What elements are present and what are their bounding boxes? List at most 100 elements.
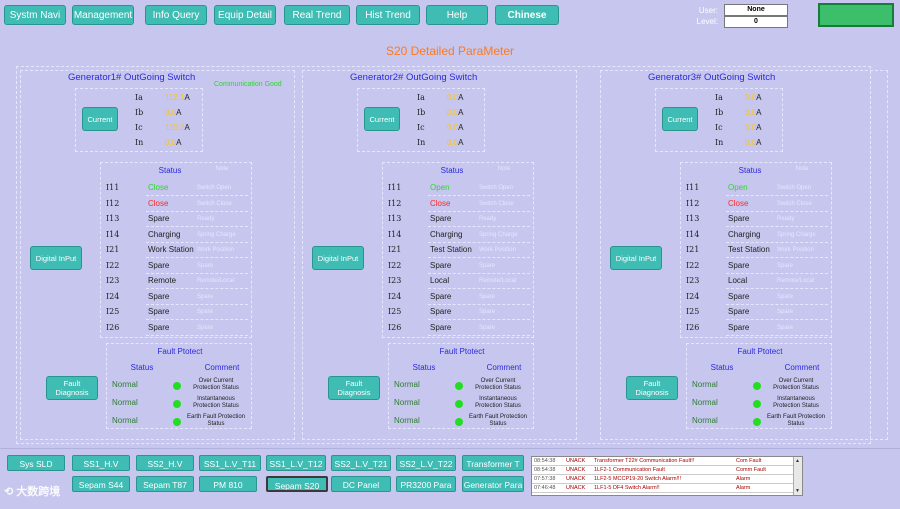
generator-1-input-id: I24	[106, 291, 120, 301]
generator-1-fault-diagnosis-button[interactable]: Fault Diagnosis	[46, 376, 98, 400]
generator-1-input-status: Charging	[148, 229, 181, 239]
generator-2-input-id: I26	[388, 322, 402, 332]
nav-info-query-button[interactable]: Info Query	[145, 5, 207, 25]
nav-management-button[interactable]: Management	[72, 5, 134, 25]
generator-1-input-id: I25	[106, 307, 120, 316]
bottom-nav-button[interactable]: PR3200 Para	[396, 476, 456, 492]
bottom-nav-button[interactable]: Sys SLD	[7, 455, 65, 471]
user-value: None	[724, 4, 788, 16]
generator-2-input-status: Spare	[430, 214, 452, 223]
generator-3-input-note: Work Position	[777, 247, 814, 253]
bottom-nav-button[interactable]: PM 810	[199, 476, 257, 492]
generator-3-input-id: I24	[686, 291, 700, 301]
generator-2-input-status: Spare	[430, 291, 452, 301]
generator-1-current-value: 0.0A	[165, 108, 182, 117]
bottom-nav-button[interactable]: SS1_H.V	[72, 455, 130, 471]
nav-hist-trend-button[interactable]: Hist Trend	[356, 5, 420, 25]
row-divider	[428, 303, 530, 305]
generator-2-input-status: Spare	[430, 307, 452, 316]
generator-1-input-id: I26	[106, 322, 120, 332]
alarm-row[interactable]: 07:46:48 UNACK 1LF1-5 DF4 Switch Alarm!!…	[532, 484, 794, 493]
scroll-down-icon[interactable]: ▼	[795, 488, 800, 494]
alarm-time: 08:54:38	[534, 458, 556, 464]
bottom-nav-button[interactable]: SS2_L.V_T21	[331, 455, 391, 471]
alarm-description: Transformer T22# Communication Fault!!	[594, 458, 695, 464]
row-divider	[428, 210, 530, 212]
row-divider	[146, 257, 248, 258]
alarm-type: Comm Fault	[736, 467, 766, 473]
generator-1-fault-status: Normal	[112, 398, 138, 407]
nav-real-trend-button[interactable]: Real Trend	[284, 5, 350, 25]
row-divider	[146, 334, 248, 336]
generator-1-current-value: 112.1A	[165, 93, 190, 102]
status-ok-indicator-icon	[753, 382, 761, 390]
generator-2-input-status: Charging	[430, 229, 463, 239]
alarm-type: Com Fault	[736, 458, 762, 464]
level-label: Level:	[696, 17, 718, 26]
generator-1-input-note: Switch Open	[197, 185, 232, 191]
generator-1-input-note: Spare	[197, 324, 214, 331]
row-divider	[428, 272, 530, 274]
bottom-nav-button[interactable]: Sepam S44	[72, 476, 130, 492]
row-divider	[146, 319, 248, 320]
alarm-row[interactable]: 08:54:38 UNACK 1LF2-1 Communication Faul…	[532, 466, 794, 475]
generator-2-input-note: Spare	[479, 309, 496, 315]
bottom-nav-button[interactable]: Sepam T87	[136, 476, 194, 492]
nav-systm-navi-button[interactable]: Systm Navi	[4, 5, 66, 25]
bottom-nav-button[interactable]: Sepam S20	[266, 476, 328, 492]
generator-2-digital-input-button[interactable]: Digital InPut	[312, 246, 364, 270]
alarm-ack: UNACK	[566, 476, 586, 482]
nav-equip-detail-button[interactable]: Equip Detail	[214, 5, 276, 25]
row-divider	[726, 303, 828, 305]
row-divider	[428, 241, 530, 243]
bottom-nav-button[interactable]: SS1_L.V_T11	[199, 455, 261, 471]
bottom-nav-button[interactable]: DC Panel	[331, 476, 391, 492]
generator-3-input-id: I22	[686, 260, 700, 270]
generator-3-input-id: I21	[686, 245, 700, 254]
row-divider	[726, 241, 828, 243]
alarm-row[interactable]: 08:54:38 UNACK Transformer T22# Communic…	[532, 457, 794, 466]
generator-3-input-id: I11	[686, 183, 700, 192]
nav-help-button[interactable]: Help	[426, 5, 488, 25]
bottom-nav-button[interactable]: SS1_L.V_T12	[266, 455, 326, 471]
alarm-ack: UNACK	[566, 485, 586, 491]
generator-2-input-id: I21	[388, 245, 402, 254]
generator-2-input-id: I23	[388, 276, 402, 285]
generator-3-digital-input-button[interactable]: Digital InPut	[610, 246, 662, 270]
alarm-type: Alarm	[736, 476, 751, 482]
alarm-indicator[interactable]	[818, 3, 894, 27]
generator-3-fault-comment: Earth Fault Protection Status	[766, 414, 826, 427]
generator-2-current-label: In	[417, 138, 426, 147]
generator-3-current-button[interactable]: Current	[662, 107, 698, 131]
generator-1-fault-comment-header: Comment	[204, 363, 240, 372]
bottom-nav-button[interactable]: SS2_H.V	[136, 455, 194, 471]
generator-3-input-status: Spare	[728, 322, 750, 332]
alarm-row[interactable]: 07:57:38 UNACK 1LF2-5 MCCP19-20 Switch A…	[532, 475, 794, 484]
generator-1-input-status: Remote	[148, 276, 177, 285]
generator-1-current-button[interactable]: Current	[82, 107, 118, 131]
generator-3-current-label: In	[715, 138, 724, 147]
scroll-up-icon[interactable]: ▲	[795, 458, 800, 464]
row-divider	[428, 334, 530, 336]
watermark-logo: ⟲ 大数跨境	[4, 483, 60, 499]
generator-2-current-label: Ib	[417, 108, 426, 117]
bottom-nav-button[interactable]: Transformer T	[462, 455, 524, 471]
generator-2-title: Generator2# OutGoing Switch	[350, 72, 478, 83]
alarm-description: 1LF2-1 Communication Fault	[594, 467, 665, 473]
bottom-nav-button[interactable]: Generator Para	[462, 476, 524, 492]
generator-3-fault-diagnosis-button[interactable]: Fault Diagnosis	[626, 376, 678, 400]
generator-2-current-button[interactable]: Current	[364, 107, 400, 131]
generator-3-input-status: Spare	[728, 291, 750, 301]
nav-chinese-button[interactable]: Chinese	[495, 5, 559, 25]
bottom-nav-button[interactable]: SS2_L.V_T22	[396, 455, 456, 471]
row-divider	[428, 257, 530, 258]
generator-1-digital-input-button[interactable]: Digital InPut	[30, 246, 82, 270]
generator-1-input-note: Spare	[197, 309, 214, 315]
generator-2-fault-diagnosis-button[interactable]: Fault Diagnosis	[328, 376, 380, 400]
alarm-list-scrollbar[interactable]: ▲ ▼	[793, 457, 802, 495]
generator-3-input-status: Spare	[728, 214, 750, 223]
alarm-time: 07:57:38	[534, 476, 556, 482]
alarm-list[interactable]: 08:54:38 UNACK Transformer T22# Communic…	[531, 456, 803, 496]
generator-3-current-value: 0.0A	[745, 123, 762, 132]
row-divider	[726, 334, 828, 336]
